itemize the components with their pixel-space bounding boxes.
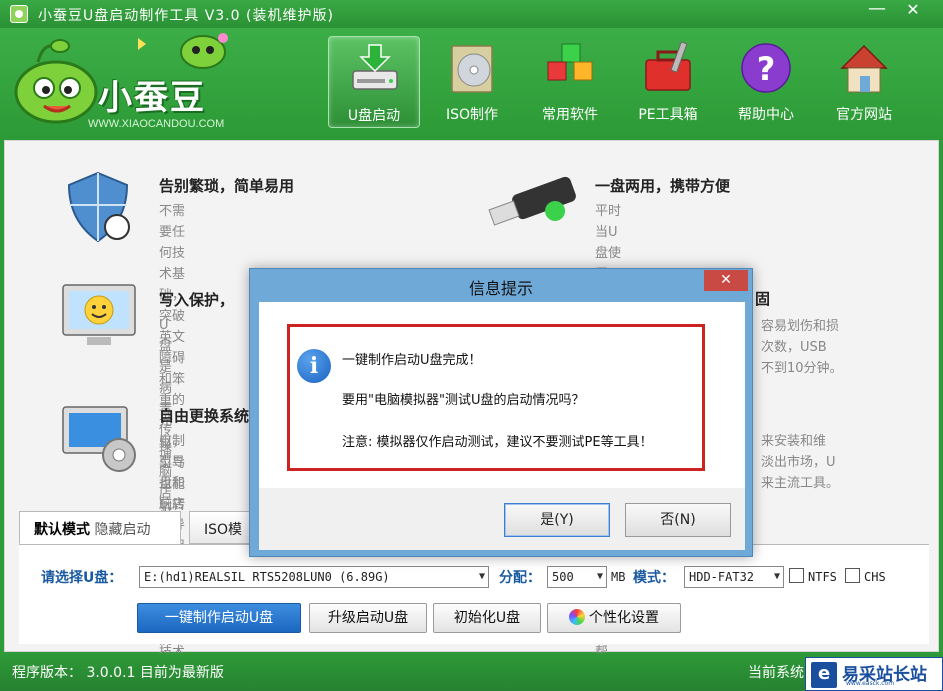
custom-settings-button[interactable]: 个性化设置: [547, 603, 681, 633]
dialog-yes-button[interactable]: 是(Y): [504, 503, 610, 537]
close-window-button[interactable]: ✕: [896, 0, 930, 22]
brand-site: WWW.XIAOCANDOU.COM: [88, 118, 225, 130]
iso-disc-icon: [451, 45, 493, 93]
nav-pe-toolbox[interactable]: PE工具箱: [622, 36, 714, 128]
partition-select[interactable]: 500 ▼: [547, 566, 607, 588]
monitor-smiley-icon: [62, 284, 136, 345]
nav-software-label: 常用软件: [542, 107, 598, 123]
dialog-message-line1: 一键制作启动U盘完成！: [342, 353, 482, 368]
feature-durable-desc-fragment: 容易划伤和损 次数，USB 不到10分钟。: [761, 319, 843, 376]
mode-value: HDD-FAT32: [689, 570, 755, 584]
current-system-text: 当前系统: [748, 665, 804, 681]
help-icon: ?: [741, 43, 791, 93]
nav-pe-toolbox-label: PE工具箱: [638, 107, 698, 123]
window-title: 小蚕豆U盘启动制作工具 V3.0 (装机维护版): [38, 8, 334, 24]
toolbox-icon: [645, 41, 691, 91]
feature-switch-system-title: 自由更换系统: [159, 407, 250, 425]
title-bar: 小蚕豆U盘启动制作工具 V3.0 (装机维护版) — ✕: [0, 0, 943, 28]
usb-stick-icon: [488, 176, 576, 226]
feature-write-protect-title: 写入保护，: [159, 291, 235, 309]
chevron-down-icon: ▼: [596, 571, 603, 582]
header: 小蚕豆 WWW.XIAOCANDOU.COM U盘启动 ISO制作 常用软件 P…: [0, 28, 943, 140]
nav-help-label: 帮助中心: [738, 107, 794, 123]
select-usb-label: 请选择U盘：: [41, 570, 123, 586]
nav-official-site[interactable]: 官方网站: [818, 36, 910, 128]
chevron-down-icon: ▼: [478, 571, 485, 582]
minimize-button[interactable]: —: [860, 0, 894, 22]
svg-text:?: ?: [757, 50, 776, 88]
monitor-gear-icon: [62, 406, 136, 472]
dialog-title: 信息提示: [468, 279, 533, 298]
usb-disk-value: E:(hd1)REALSIL RTS5208LUN0 (6.89G): [144, 570, 390, 584]
info-dialog: 信息提示 ✕ i 一键制作启动U盘完成！ 要用"电脑模拟器"测试U盘的启动情况吗…: [249, 268, 753, 557]
watermark-sub: www.easck.com: [846, 680, 895, 687]
watermark-logo: 易采站长站 www.easck.com: [805, 657, 943, 691]
nav-usb-boot-label: U盘启动: [347, 108, 401, 124]
logo: 小蚕豆 WWW.XIAOCANDOU.COM: [8, 30, 308, 135]
dialog-body: i 一键制作启动U盘完成！ 要用"电脑模拟器"测试U盘的启动情况吗？ 注意: 模…: [259, 302, 745, 488]
shield-icon: [67, 171, 130, 243]
status-bar: 程序版本： 3.0.0.1 目前为最新版 当前系统: [0, 653, 943, 691]
dialog-message-line2: 要用"电脑模拟器"测试U盘的启动情况吗？: [342, 393, 585, 408]
nav-iso-label: ISO制作: [445, 107, 499, 123]
feature-market-desc-fragment: 来安装和维 淡出市场，U 来主流工具。: [761, 434, 840, 491]
brand-name: 小蚕豆: [98, 78, 206, 118]
usb-disk-select[interactable]: E:(hd1)REALSIL RTS5208LUN0 (6.89G) ▼: [139, 566, 489, 588]
chs-checkbox[interactable]: [845, 568, 860, 583]
dialog-no-button[interactable]: 否(N): [625, 503, 731, 537]
controls-panel: 请选择U盘： E:(hd1)REALSIL RTS5208LUN0 (6.89G…: [19, 544, 929, 644]
chs-label: CHS: [864, 570, 886, 584]
info-icon: i: [297, 349, 331, 383]
mode-select[interactable]: HDD-FAT32 ▼: [684, 566, 784, 588]
ntfs-label: NTFS: [808, 570, 837, 584]
dialog-footer: 是(Y) 否(N): [259, 488, 745, 550]
nav-iso[interactable]: ISO制作: [426, 36, 518, 128]
upgrade-boot-usb-button[interactable]: 升级启动U盘: [309, 603, 427, 633]
make-boot-usb-button[interactable]: 一键制作启动U盘: [137, 603, 301, 633]
tab-hidden-boot-label: 隐藏启动: [94, 522, 151, 538]
feature-simple-title: 告别繁琐，简单易用: [159, 177, 295, 195]
app-icon: [10, 5, 28, 23]
feature-portable-title: 一盘两用，携带方便: [595, 177, 731, 195]
ntfs-checkbox[interactable]: [789, 568, 804, 583]
home-icon: [840, 44, 888, 93]
nav-help[interactable]: ? 帮助中心: [720, 36, 812, 128]
nav-usb-boot[interactable]: U盘启动: [328, 36, 420, 128]
partition-value: 500: [552, 570, 574, 584]
version-text: 程序版本： 3.0.0.1 目前为最新版: [12, 665, 224, 681]
tab-default-mode[interactable]: 默认模式 隐藏启动: [19, 511, 181, 544]
mode-label: 模式：: [633, 570, 675, 586]
partition-label: 分配：: [499, 570, 541, 586]
color-wheel-icon: [569, 609, 585, 625]
watermark-icon: [811, 662, 837, 688]
custom-settings-label: 个性化设置: [589, 610, 659, 626]
dialog-message-line3: 注意: 模拟器仅作启动测试，建议不要测试PE等工具！: [342, 435, 653, 450]
tab-iso-mode-label: ISO模: [204, 522, 243, 538]
usb-drive-icon: [352, 44, 398, 90]
dialog-close-button[interactable]: ✕: [704, 270, 748, 291]
init-usb-button[interactable]: 初始化U盘: [433, 603, 541, 633]
nav-software[interactable]: 常用软件: [524, 36, 616, 128]
dialog-message-box: i 一键制作启动U盘完成！ 要用"电脑模拟器"测试U盘的启动情况吗？ 注意: 模…: [287, 324, 705, 471]
tab-default-mode-label: 默认模式: [34, 522, 90, 538]
partition-unit: MB: [611, 570, 626, 584]
chevron-down-icon: ▼: [773, 571, 780, 582]
feature-durable-title-fragment: 固: [755, 290, 771, 308]
software-cubes-icon: [547, 43, 593, 81]
nav-official-site-label: 官方网站: [836, 107, 892, 123]
